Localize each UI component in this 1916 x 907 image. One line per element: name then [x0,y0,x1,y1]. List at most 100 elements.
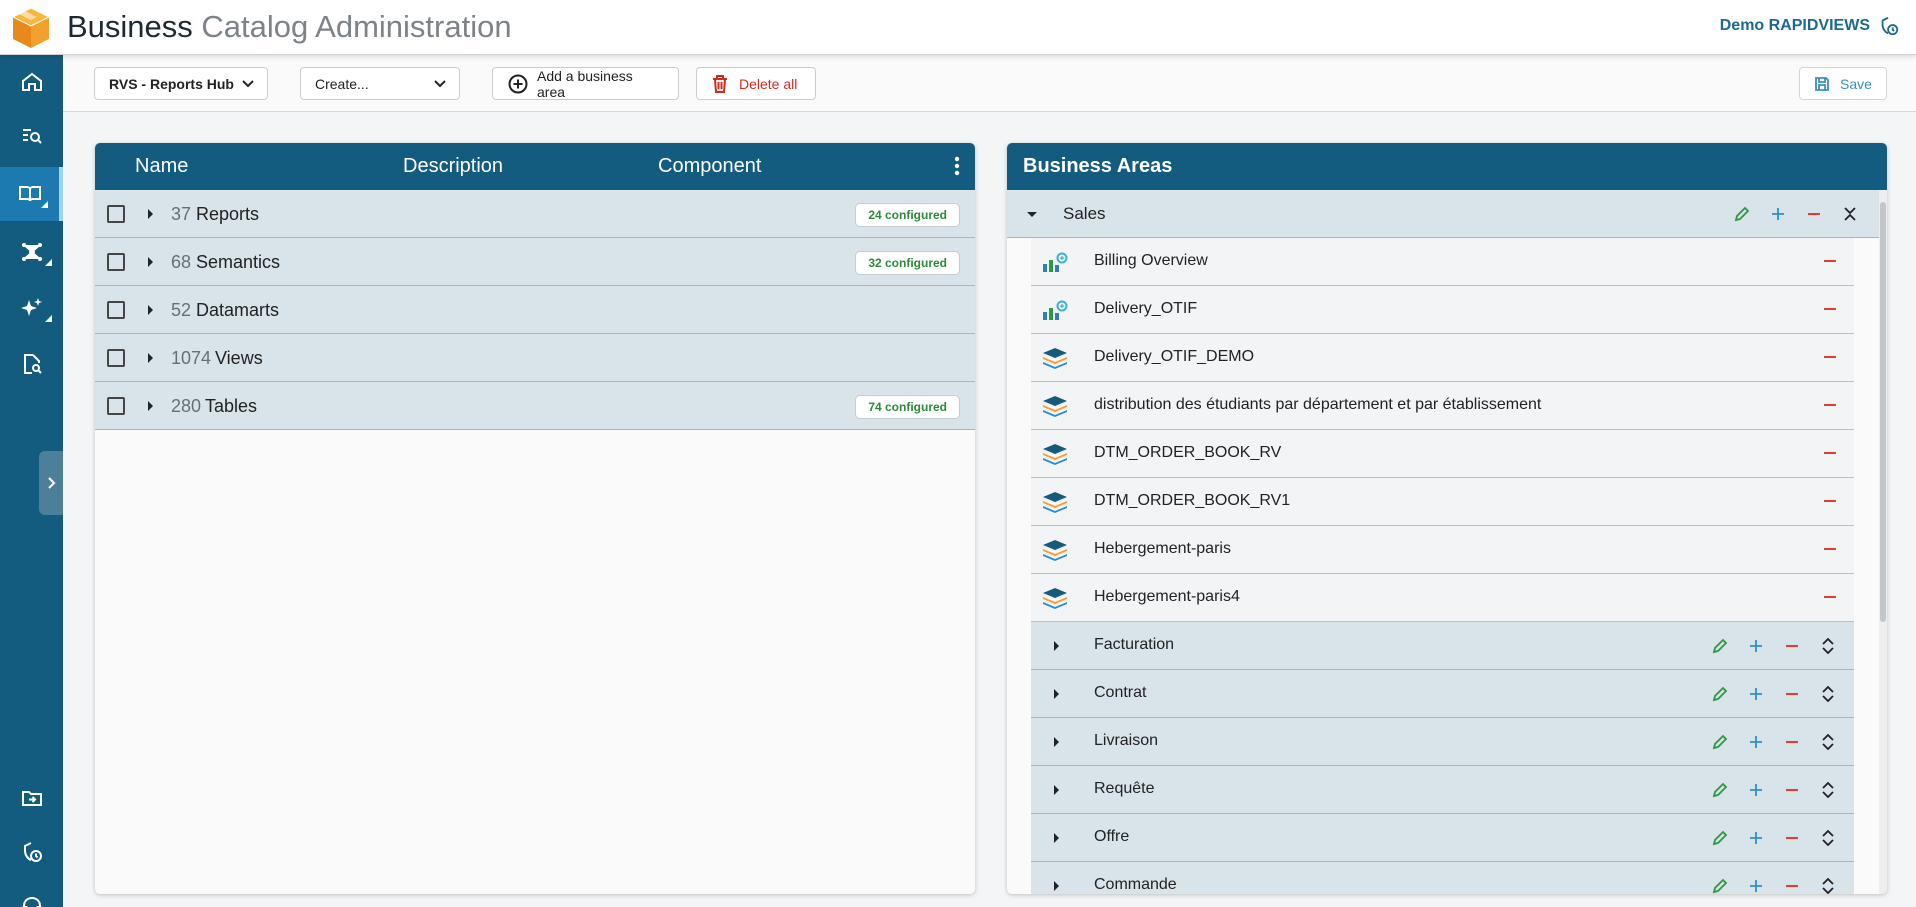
chevron-right-icon [48,477,56,489]
add-child-button[interactable] [1766,202,1790,226]
business-sub-area[interactable]: Commande [1031,862,1854,894]
add-child-button[interactable] [1744,634,1768,658]
business-sub-area[interactable]: Offre [1031,814,1854,862]
add-child-button[interactable] [1744,730,1768,754]
scrollbar-thumb[interactable] [1880,202,1886,622]
row-checkbox[interactable] [107,253,125,271]
catalog-row-datamarts[interactable]: 52 Datamarts [95,286,975,334]
sidebar-item-home[interactable] [0,55,63,109]
expand-toggle-button[interactable] [1816,874,1840,894]
sidebar-expand-button[interactable] [39,451,63,515]
catalog-row-reports[interactable]: 37 Reports 24 configured [95,190,975,238]
sidebar-item-network[interactable] [0,225,63,279]
edit-button[interactable] [1708,634,1732,658]
expand-caret-icon[interactable] [1054,833,1059,843]
remove-item-button[interactable] [1824,548,1836,550]
expand-caret-icon[interactable] [148,305,153,315]
remove-button[interactable] [1780,826,1804,850]
remove-item-button[interactable] [1824,404,1836,406]
plus-icon [1750,736,1762,748]
delete-all-label: Delete all [739,75,798,92]
business-area-item[interactable]: Billing Overview [1031,238,1854,286]
sidebar-item-search[interactable] [0,109,63,163]
expand-caret-icon[interactable] [1054,737,1059,747]
remove-button[interactable] [1780,730,1804,754]
sidebar-item-import[interactable] [0,771,63,825]
row-checkbox[interactable] [107,301,125,319]
row-checkbox[interactable] [107,205,125,223]
expand-toggle-button[interactable] [1816,634,1840,658]
column-header-description[interactable]: Description [403,155,503,178]
expand-toggle-button[interactable] [1816,730,1840,754]
business-area-root[interactable]: Sales [1007,190,1880,238]
column-header-name[interactable]: Name [135,155,188,178]
remove-button[interactable] [1780,634,1804,658]
expand-caret-icon[interactable] [1054,641,1059,651]
business-area-item[interactable]: DTM_ORDER_BOOK_RV1 [1031,478,1854,526]
expand-toggle-button[interactable] [1816,778,1840,802]
sidebar-item-catalog[interactable] [0,167,63,221]
add-business-area-button[interactable]: Add a business area [492,67,679,100]
expand-caret-icon[interactable] [1054,785,1059,795]
delete-all-button[interactable]: Delete all [696,67,816,100]
expand-caret-icon[interactable] [148,209,153,219]
add-child-button[interactable] [1744,682,1768,706]
sidebar-item-ai[interactable] [0,281,63,335]
remove-button[interactable] [1802,202,1826,226]
business-area-item[interactable]: distribution des étudiants par départeme… [1031,382,1854,430]
expand-caret-icon[interactable] [1054,689,1059,699]
edit-button[interactable] [1708,874,1732,894]
catalog-row-views[interactable]: 1074 Views [95,334,975,382]
remove-button[interactable] [1780,778,1804,802]
business-area-item[interactable]: Delivery_OTIF [1031,286,1854,334]
business-sub-area[interactable]: Facturation [1031,622,1854,670]
collapse-caret-icon[interactable] [1027,212,1037,217]
remove-button[interactable] [1780,874,1804,894]
column-header-component[interactable]: Component [658,155,761,178]
remove-item-button[interactable] [1824,356,1836,358]
expand-caret-icon[interactable] [148,353,153,363]
edit-button[interactable] [1708,778,1732,802]
create-select[interactable]: Create... [300,67,460,100]
save-button[interactable]: Save [1799,67,1887,100]
catalog-row-semantics[interactable]: 68 Semantics 32 configured [95,238,975,286]
sidebar-item-support[interactable] [0,879,63,907]
expand-toggle-button[interactable] [1816,826,1840,850]
business-sub-area[interactable]: Requête [1031,766,1854,814]
add-child-button[interactable] [1744,826,1768,850]
expand-toggle-button[interactable] [1816,682,1840,706]
sidebar-item-report-search[interactable] [0,337,63,391]
sidebar-item-admin[interactable] [0,825,63,879]
business-sub-area[interactable]: Contrat [1031,670,1854,718]
remove-item-button[interactable] [1824,596,1836,598]
user-shield-icon[interactable] [1878,15,1900,37]
row-checkbox[interactable] [107,397,125,415]
edit-button[interactable] [1730,202,1754,226]
user-name[interactable]: Demo RAPIDVIEWS [1720,17,1870,35]
configured-badge: 24 configured [855,203,960,227]
remove-item-button[interactable] [1824,452,1836,454]
more-vertical-icon[interactable] [954,156,960,176]
edit-button[interactable] [1708,730,1732,754]
business-sub-area[interactable]: Livraison [1031,718,1854,766]
add-child-button[interactable] [1744,778,1768,802]
business-area-item[interactable]: Hebergement-paris4 [1031,574,1854,622]
hub-select[interactable]: RVS - Reports Hub [94,67,268,100]
edit-button[interactable] [1708,826,1732,850]
row-checkbox[interactable] [107,349,125,367]
remove-button[interactable] [1780,682,1804,706]
expand-caret-icon[interactable] [148,257,153,267]
remove-item-button[interactable] [1824,260,1836,262]
expand-caret-icon[interactable] [1054,881,1059,891]
remove-item-button[interactable] [1824,308,1836,310]
edit-button[interactable] [1708,682,1732,706]
collapse-all-button[interactable] [1838,202,1862,226]
expand-caret-icon[interactable] [148,401,153,411]
business-area-item[interactable]: Delivery_OTIF_DEMO [1031,334,1854,382]
business-area-item[interactable]: DTM_ORDER_BOOK_RV [1031,430,1854,478]
business-area-item[interactable]: Hebergement-paris [1031,526,1854,574]
remove-item-button[interactable] [1824,500,1836,502]
scrollbar[interactable] [1879,190,1887,894]
catalog-row-tables[interactable]: 280 Tables 74 configured [95,382,975,430]
add-child-button[interactable] [1744,874,1768,894]
